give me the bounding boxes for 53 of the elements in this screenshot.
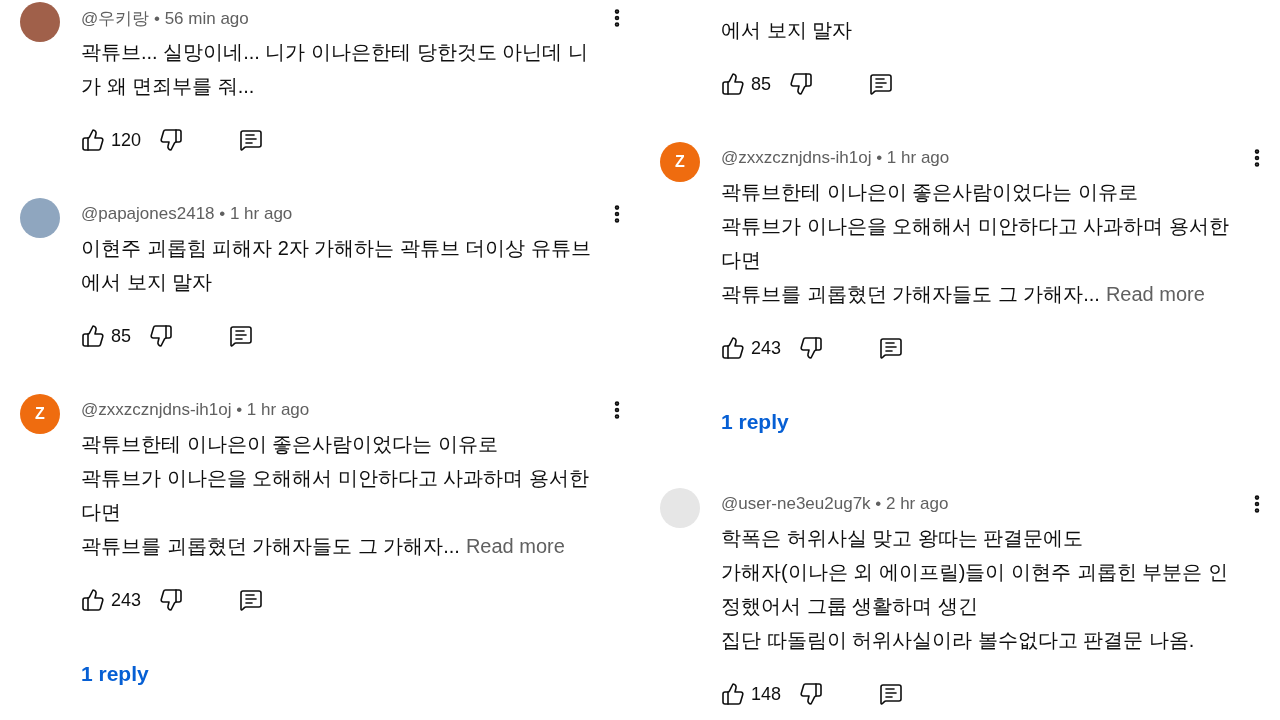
reply-icon[interactable] bbox=[879, 336, 904, 360]
comment-text: 곽튜브를 괴롭혔던 가해자들도 그 가해자... Read more bbox=[721, 282, 1206, 307]
thumbs-up-icon[interactable] bbox=[721, 682, 745, 706]
thumbs-down-icon[interactable] bbox=[789, 72, 814, 96]
comment-author-time: @user-ne3eu2ug7k • 2 hr ago bbox=[721, 494, 949, 514]
comment-text: 가 왜 면죄부를 줘... bbox=[81, 74, 256, 99]
avatar[interactable] bbox=[20, 2, 60, 42]
comment-text: 곽튜브... 실망이네... 니가 이나은한테 당한것도 아닌데 니 bbox=[81, 40, 589, 65]
like-count: 85 bbox=[111, 325, 132, 347]
thumbs-down-icon[interactable] bbox=[799, 682, 824, 706]
comment-author-time: @우키랑 • 56 min ago bbox=[81, 7, 249, 30]
thumbs-down-icon[interactable] bbox=[159, 588, 184, 612]
comment-author-time: @zxxzcznjdns-ih1oj • 1 hr ago bbox=[721, 148, 950, 168]
reply-icon[interactable] bbox=[869, 72, 894, 96]
thumbs-up-icon[interactable] bbox=[721, 336, 745, 360]
replies-link[interactable]: 1 reply bbox=[81, 659, 149, 689]
comment-text: 다면 bbox=[81, 500, 122, 525]
thumbs-down-icon[interactable] bbox=[159, 128, 184, 152]
reply-icon[interactable] bbox=[879, 682, 904, 706]
reply-icon[interactable] bbox=[239, 588, 264, 612]
comment-author-time: @papajones2418 • 1 hr ago bbox=[81, 204, 293, 224]
thumbs-up-icon[interactable] bbox=[81, 324, 105, 348]
comment-text: 이현주 괴롭힘 피해자 2자 가해하는 곽튜브 더이상 유튜브 bbox=[81, 236, 593, 261]
like-count: 120 bbox=[111, 129, 142, 151]
avatar[interactable]: Z bbox=[660, 142, 700, 182]
comment-text: 곽튜브가 이나은을 오해해서 미안하다고 사과하며 용서한 bbox=[81, 466, 590, 491]
read-more-link[interactable]: Read more bbox=[1105, 283, 1205, 305]
comment-text: 에서 보지 말자 bbox=[81, 270, 214, 295]
avatar[interactable]: Z bbox=[20, 394, 60, 434]
comment-text: 곽튜브한테 이나은이 좋은사람이었다는 이유로 bbox=[721, 180, 1139, 205]
comment-text: 곽튜브를 괴롭혔던 가해자들도 그 가해자... Read more bbox=[81, 534, 566, 559]
like-count: 243 bbox=[111, 589, 142, 611]
reply-icon[interactable] bbox=[229, 324, 254, 348]
comment-text: 곽튜브한테 이나은이 좋은사람이었다는 이유로 bbox=[81, 432, 499, 457]
thumbs-up-icon[interactable] bbox=[721, 72, 745, 96]
replies-link[interactable]: 1 reply bbox=[721, 407, 789, 437]
like-count: 243 bbox=[751, 337, 782, 359]
comment-text: 가해자(이나은 외 에이프릴)들이 이현주 괴롭힌 부분은 인 bbox=[721, 560, 1229, 585]
thumbs-up-icon[interactable] bbox=[81, 128, 105, 152]
comment-text: 다면 bbox=[721, 248, 762, 273]
comment-text: 정했어서 그룹 생활하며 생긴 bbox=[721, 594, 979, 619]
thumbs-down-icon[interactable] bbox=[799, 336, 824, 360]
comment-author-time: @zxxzcznjdns-ih1oj • 1 hr ago bbox=[81, 400, 310, 420]
comment-text: 집단 따돌림이 허위사실이라 볼수없다고 판결문 나옴. bbox=[721, 628, 1196, 653]
like-count: 85 bbox=[751, 73, 772, 95]
reply-icon[interactable] bbox=[239, 128, 264, 152]
comment-text: 곽튜브가 이나은을 오해해서 미안하다고 사과하며 용서한 bbox=[721, 214, 1230, 239]
like-count: 148 bbox=[751, 683, 782, 705]
thumbs-down-icon[interactable] bbox=[149, 324, 174, 348]
read-more-link[interactable]: Read more bbox=[465, 535, 565, 557]
comment-text: 에서 보지 말자 bbox=[721, 18, 854, 43]
thumbs-up-icon[interactable] bbox=[81, 588, 105, 612]
comment-text: 학폭은 허위사실 맞고 왕따는 판결문에도 bbox=[721, 526, 1085, 551]
